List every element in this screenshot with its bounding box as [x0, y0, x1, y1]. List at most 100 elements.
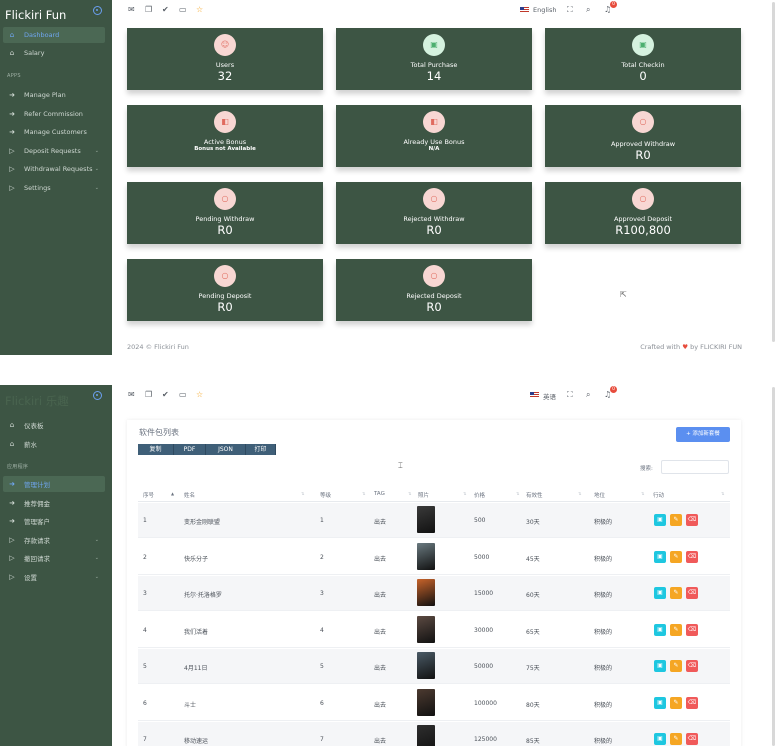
sidebar-item-0[interactable]: ⌂ 仪表板	[3, 417, 105, 433]
sort-icon[interactable]: ⇅	[641, 491, 644, 496]
sidebar-item-2[interactable]: ➜ 管理客户	[3, 513, 105, 529]
sort-icon[interactable]: ⇅	[578, 491, 581, 496]
footer-crafted-suffix: by FLICKIRI FUN	[690, 343, 742, 351]
package-photo[interactable]	[417, 542, 435, 570]
calendar-icon[interactable]: ▭	[179, 390, 187, 399]
mail-icon[interactable]: ✉	[128, 5, 135, 14]
stat-card-value: 0	[639, 69, 647, 83]
delete-button[interactable]: ⌫	[686, 623, 698, 636]
edit-button[interactable]: ✎	[670, 623, 682, 636]
cell-validity: 60天	[526, 592, 540, 599]
sidebar-item-1[interactable]: ⌂ 薪水	[3, 436, 105, 452]
calendar-icon[interactable]: ▭	[179, 5, 187, 14]
copy-button[interactable]: 复制	[138, 444, 174, 455]
check-circle-icon[interactable]: ✔	[162, 5, 169, 14]
col-price[interactable]: 价格	[474, 491, 485, 499]
sidebar-item-0[interactable]: ➜ 管理计划	[3, 476, 105, 492]
search-icon[interactable]: ⌕	[586, 390, 590, 400]
col-status[interactable]: 地位	[594, 491, 605, 499]
col-tag[interactable]: TAG	[374, 491, 385, 497]
package-photo[interactable]	[417, 688, 435, 716]
col-actions[interactable]: 行动	[653, 491, 664, 499]
sidebar-item-1[interactable]: ➜ 推荐佣金	[3, 495, 105, 511]
sidebar-item-3[interactable]: ▷ 存款请求 ⌄	[3, 532, 105, 548]
sort-icon[interactable]: ⇅	[721, 491, 724, 496]
view-button[interactable]: ▣	[654, 587, 666, 599]
print-button[interactable]: 打印	[246, 444, 276, 455]
delete-button[interactable]: ⌫	[686, 696, 698, 709]
view-button[interactable]: ▣	[654, 623, 666, 636]
col-validity[interactable]: 有效性	[526, 491, 543, 499]
sidebar-item-label: 推荐佣金	[24, 499, 50, 508]
col-level[interactable]: 等级	[320, 491, 331, 499]
search-icon[interactable]: ⌕	[586, 5, 590, 15]
chat-icon[interactable]: ❐	[145, 390, 152, 399]
chat-icon[interactable]: ❐	[145, 5, 152, 14]
search-input[interactable]	[661, 460, 729, 474]
delete-button[interactable]: ⌫	[686, 660, 698, 672]
delete-button[interactable]: ⌫	[686, 550, 698, 563]
settings-ring-icon[interactable]	[93, 6, 102, 15]
edit-button[interactable]: ✎	[670, 550, 682, 563]
delete-button[interactable]: ⌫	[686, 587, 698, 599]
chevron-down-icon: ⌄	[94, 536, 99, 543]
col-name[interactable]: 姓名	[184, 491, 195, 499]
sort-asc-icon[interactable]: ▲	[171, 491, 174, 496]
package-photo[interactable]	[417, 615, 435, 643]
cell-name: 斗士	[184, 701, 197, 709]
package-photo[interactable]	[417, 506, 435, 533]
page-scrollbar[interactable]	[772, 2, 775, 342]
view-button[interactable]: ▣	[654, 550, 666, 563]
edit-button[interactable]: ✎	[670, 587, 682, 599]
sidebar-item-1[interactable]: ➜ Refer Commission	[3, 106, 105, 122]
brand-logo[interactable]: Flickiri Fun	[5, 8, 66, 22]
sidebar-item-3[interactable]: ▷ Deposit Requests ⌄	[3, 143, 105, 159]
json-button[interactable]: JSON	[206, 444, 246, 455]
fullscreen-icon[interactable]: ⛶	[567, 5, 573, 15]
stat-card-value: R100,800	[615, 223, 671, 237]
settings-ring-icon[interactable]	[93, 391, 102, 400]
language-selector[interactable]: English	[533, 6, 556, 14]
stat-card-value: 32	[217, 69, 233, 83]
fullscreen-icon[interactable]: ⛶	[567, 390, 573, 400]
col-number[interactable]: 序号	[143, 491, 154, 499]
add-package-button[interactable]: + 添加新套餐	[676, 427, 730, 442]
brand-logo[interactable]: Flickiri 乐趣	[5, 393, 69, 409]
edit-button[interactable]: ✎	[670, 733, 682, 745]
sort-icon[interactable]: ⇅	[301, 491, 304, 496]
page-scrollbar[interactable]	[772, 387, 775, 746]
sort-icon[interactable]: ⇅	[516, 491, 519, 496]
sort-icon[interactable]: ⇅	[362, 491, 365, 496]
delete-button[interactable]: ⌫	[686, 733, 698, 745]
sidebar-item-5[interactable]: ▷ 设置 ⌄	[3, 569, 105, 585]
view-button[interactable]: ▣	[654, 696, 666, 709]
sidebar-item-label: 存款请求	[24, 536, 50, 545]
cell-tag: 出去	[374, 665, 387, 672]
sidebar-item-2[interactable]: ➜ Manage Customers	[3, 124, 105, 140]
view-button[interactable]: ▣	[654, 660, 666, 672]
view-button[interactable]: ▣	[654, 733, 666, 745]
package-photo[interactable]	[417, 579, 435, 606]
sidebar-item-5[interactable]: ▷ Settings ⌄	[3, 180, 105, 196]
edit-button[interactable]: ✎	[670, 514, 682, 526]
col-photo[interactable]: 照片	[418, 491, 429, 499]
sidebar-item-4[interactable]: ▷ 撤回请求 ⌄	[3, 550, 105, 566]
package-photo[interactable]	[417, 725, 435, 746]
mail-icon[interactable]: ✉	[128, 390, 135, 399]
edit-button[interactable]: ✎	[670, 696, 682, 709]
check-circle-icon[interactable]: ✔	[162, 390, 169, 399]
delete-button[interactable]: ⌫	[686, 514, 698, 526]
star-icon[interactable]: ☆	[196, 5, 203, 14]
sidebar-item-1[interactable]: ⌂ Salary	[3, 45, 105, 61]
pdf-button[interactable]: PDF	[174, 444, 206, 455]
sidebar-item-0[interactable]: ⌂ Dashboard	[3, 27, 105, 43]
package-photo[interactable]	[417, 652, 435, 679]
star-icon[interactable]: ☆	[196, 390, 203, 399]
sidebar-item-4[interactable]: ▷ Withdrawal Requests ⌄	[3, 161, 105, 177]
sort-icon[interactable]: ⇅	[408, 491, 411, 496]
language-selector[interactable]: 英语	[543, 391, 556, 401]
view-button[interactable]: ▣	[654, 514, 666, 526]
sort-icon[interactable]: ⇅	[463, 491, 466, 496]
sidebar-item-0[interactable]: ➜ Manage Plan	[3, 87, 105, 103]
edit-button[interactable]: ✎	[670, 660, 682, 672]
